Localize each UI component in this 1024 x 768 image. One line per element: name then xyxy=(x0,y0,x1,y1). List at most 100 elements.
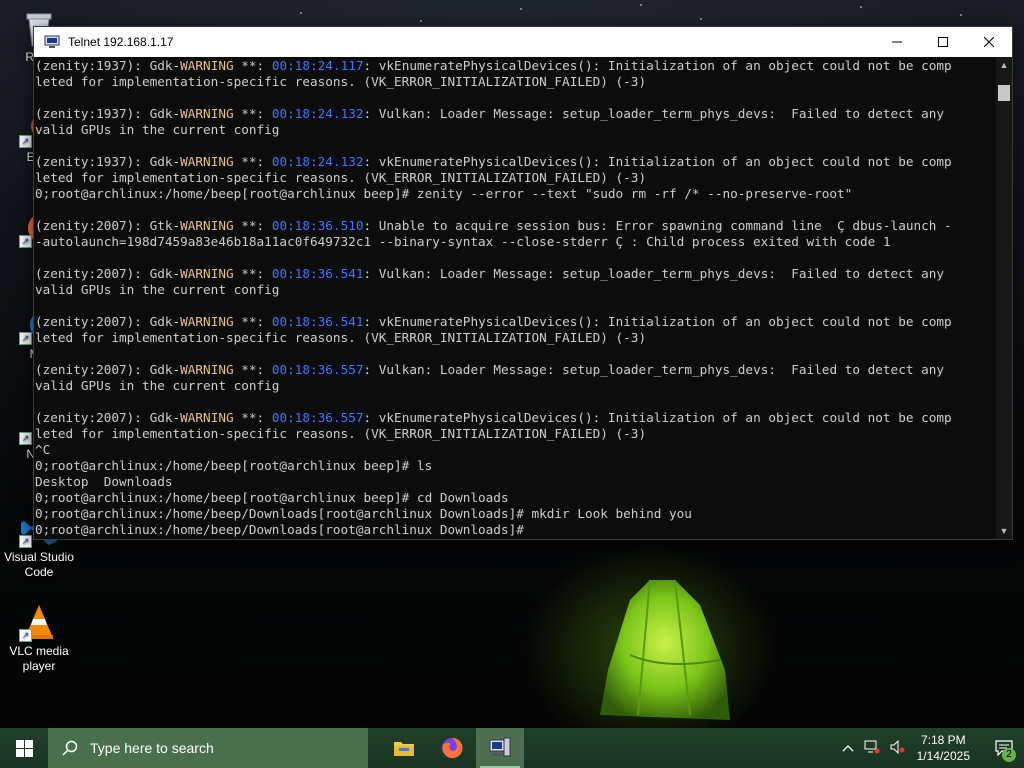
terminal-line: leted for implementation-specific reason… xyxy=(35,330,996,346)
terminal-text: valid GPUs in the current config xyxy=(35,378,280,393)
terminal-line: (zenity:2007): Gtk-WARNING **: 00:18:36.… xyxy=(35,218,996,234)
desktop-icon-label: VLC media player xyxy=(9,644,69,673)
warning-keyword: WARNING xyxy=(180,218,234,233)
shortcut-arrow-icon: ↗ xyxy=(19,235,32,248)
system-tray: 7:18 PM 1/14/2025 2 xyxy=(837,728,1024,768)
terminal-text: 0;root@archlinux:/home/beep[root@archlin… xyxy=(35,186,853,201)
timestamp: 00:18:36.541 xyxy=(271,314,364,329)
terminal-line: 0;root@archlinux:/home/beep[root@archlin… xyxy=(35,490,996,506)
taskbar-clock[interactable]: 7:18 PM 1/14/2025 xyxy=(917,732,970,764)
tent-wallpaper-image xyxy=(600,579,730,720)
minimize-button[interactable] xyxy=(874,27,920,57)
timestamp: 00:18:24.132 xyxy=(271,154,364,169)
terminal-text: : vkEnumeratePhysicalDevices(): Initiali… xyxy=(363,314,952,329)
timestamp: 00:18:36.557 xyxy=(271,410,364,425)
terminal-line: valid GPUs in the current config xyxy=(35,282,996,298)
minimize-icon xyxy=(892,41,902,43)
taskbar-file-explorer[interactable] xyxy=(380,728,428,768)
terminal-line: leted for implementation-specific reason… xyxy=(35,170,996,186)
terminal-text: (zenity:2007): Gtk- xyxy=(35,218,181,233)
terminal-line: -autolaunch=198d7459a83e46b18a11ac0f6497… xyxy=(35,234,996,250)
terminal-text: **: xyxy=(233,410,272,425)
terminal-text: (zenity:2007): Gdk- xyxy=(35,410,181,425)
warning-keyword: WARNING xyxy=(180,58,234,73)
terminal-text: valid GPUs in the current config xyxy=(35,122,280,137)
terminal-text: : Unable to acquire session bus: Error s… xyxy=(363,218,952,233)
terminal-line: leted for implementation-specific reason… xyxy=(35,426,996,442)
terminal-line: valid GPUs in the current config xyxy=(35,122,996,138)
window-title: Telnet 192.168.1.17 xyxy=(68,35,174,49)
chevron-up-icon[interactable] xyxy=(842,741,854,755)
speaker-muted-icon[interactable] xyxy=(890,739,906,757)
shortcut-arrow-icon: ↗ xyxy=(19,135,32,148)
vlc-icon: ↗ xyxy=(19,602,59,642)
terminal-line: leted for implementation-specific reason… xyxy=(35,74,996,90)
terminal-text: : vkEnumeratePhysicalDevices(): Initiali… xyxy=(363,58,952,73)
terminal-text: : Vulkan: Loader Message: setup_loader_t… xyxy=(363,266,945,281)
terminal-text: valid GPUs in the current config xyxy=(35,282,280,297)
telnet-app-icon xyxy=(44,35,60,48)
terminal-text: -autolaunch=198d7459a83e46b18a11ac0f6497… xyxy=(35,234,891,249)
terminal-output[interactable]: (zenity:1937): Gdk- WARNING **: 00:18:24.… xyxy=(34,57,996,539)
maximize-button[interactable] xyxy=(920,27,966,57)
terminal-line: 0;root@archlinux:/home/beep[root@archlin… xyxy=(35,186,996,202)
terminal-text: leted for implementation-specific reason… xyxy=(35,74,647,89)
taskbar-telnet[interactable] xyxy=(476,728,524,768)
terminal-line: 0;root@archlinux:/home/beep/Downloads[ro… xyxy=(35,506,996,522)
terminal-text: **: xyxy=(233,266,272,281)
warning-keyword: WARNING xyxy=(180,314,234,329)
terminal-line: (zenity:2007): Gdk-WARNING **: 00:18:36.… xyxy=(35,410,996,426)
vertical-scrollbar[interactable]: ▲ ▼ xyxy=(996,57,1012,539)
terminal-text: 0;root@archlinux:/home/beep/Downloads[ro… xyxy=(35,522,524,537)
terminal-text: leted for implementation-specific reason… xyxy=(35,170,647,185)
taskbar-firefox[interactable] xyxy=(428,728,476,768)
telnet-window[interactable]: Telnet 192.168.1.17 (zenity:1937): Gdk- W… xyxy=(33,26,1013,540)
taskbar: Type here to search 7:18 PM 1/14/2025 2 xyxy=(0,728,1024,768)
terminal-text: : Vulkan: Loader Message: setup_loader_t… xyxy=(363,106,945,121)
terminal-text: (zenity:2007): Gdk- xyxy=(35,362,181,377)
windows-logo-icon xyxy=(15,739,33,757)
terminal-text: (zenity:2007): Gdk- xyxy=(35,314,181,329)
shortcut-arrow-icon: ↗ xyxy=(19,432,32,445)
timestamp: 00:18:24.132 xyxy=(271,106,364,121)
terminal-text: 0;root@archlinux:/home/beep[root@archlin… xyxy=(35,490,509,505)
terminal-line: (zenity:2007): Gdk-WARNING **: 00:18:36.… xyxy=(35,266,996,282)
close-button[interactable] xyxy=(966,27,1012,57)
terminal-text: (zenity:1937): Gdk- xyxy=(35,154,181,169)
terminal-line: 0;root@archlinux:/home/beep[root@archlin… xyxy=(35,458,996,474)
clock-time: 7:18 PM xyxy=(920,733,966,747)
warning-keyword: WARNING xyxy=(180,362,234,377)
terminal-line: (zenity:1937): Gdk-WARNING **: 00:18:24.… xyxy=(35,58,996,74)
terminal-text: **: xyxy=(233,154,272,169)
terminal-line: (zenity:2007): Gdk-WARNING **: 00:18:36.… xyxy=(35,362,996,378)
firefox-icon xyxy=(442,737,463,758)
terminal-line: (zenity:1937): Gdk-WARNING **: 00:18:24.… xyxy=(35,106,996,122)
taskbar-search-box[interactable]: Type here to search xyxy=(48,728,368,768)
terminal-text: ^C xyxy=(35,442,51,457)
terminal-text: : Vulkan: Loader Message: setup_loader_t… xyxy=(363,362,945,377)
notification-center-button[interactable]: 2 xyxy=(984,728,1024,768)
terminal-text: 0;root@archlinux:/home/beep[root@archlin… xyxy=(35,458,433,473)
scrollbar-thumb[interactable] xyxy=(998,85,1010,101)
desktop-icon-vlc[interactable]: ↗ VLC media player xyxy=(0,602,78,674)
timestamp: 00:18:36.541 xyxy=(271,266,364,281)
close-icon xyxy=(984,37,994,47)
shortcut-arrow-icon: ↗ xyxy=(19,332,32,345)
terminal-text: **: xyxy=(233,218,272,233)
clock-date: 1/14/2025 xyxy=(916,749,970,763)
terminal-line: Desktop Downloads xyxy=(35,474,996,490)
start-button[interactable] xyxy=(0,728,48,768)
scroll-up-arrow-icon[interactable]: ▲ xyxy=(996,57,1012,73)
scroll-down-arrow-icon[interactable]: ▼ xyxy=(996,523,1012,539)
search-placeholder: Type here to search xyxy=(90,740,214,756)
terminal-text: (zenity:2007): Gdk- xyxy=(35,266,181,281)
warning-keyword: WARNING xyxy=(180,266,234,281)
title-bar[interactable]: Telnet 192.168.1.17 xyxy=(34,27,1012,57)
terminal-text: **: xyxy=(233,362,272,377)
network-icon[interactable] xyxy=(864,740,880,757)
maximize-icon xyxy=(938,37,948,47)
